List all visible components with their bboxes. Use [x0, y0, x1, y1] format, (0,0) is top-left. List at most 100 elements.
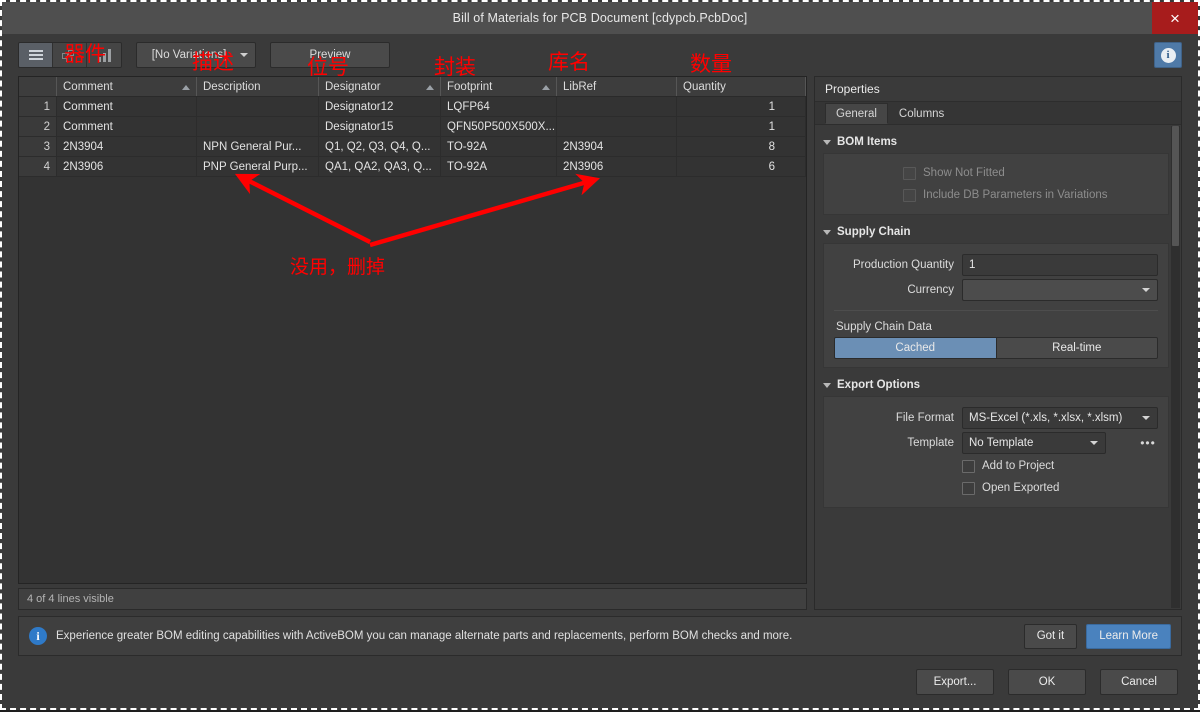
cell-designator[interactable]: Designator12: [319, 97, 441, 116]
variations-dropdown[interactable]: [No Variations]: [136, 42, 256, 68]
cell-comment[interactable]: Comment: [57, 97, 197, 116]
production-quantity-input[interactable]: 1: [962, 253, 1158, 276]
list-view-icon[interactable]: [19, 43, 53, 67]
template-dropdown[interactable]: No Template: [962, 431, 1106, 454]
file-format-label: File Format: [895, 411, 954, 424]
realtime-option[interactable]: Real-time: [996, 338, 1157, 358]
tab-general[interactable]: General: [825, 103, 888, 124]
column-header-label: Comment: [63, 80, 113, 93]
ok-button[interactable]: OK: [1008, 669, 1086, 695]
cell-quantity[interactable]: 1: [677, 97, 806, 116]
column-header-comment[interactable]: Comment: [57, 77, 197, 96]
cached-option[interactable]: Cached: [835, 338, 997, 358]
grid-rows: 1 Comment Designator12 LQFP64 1 2 Comment Desig…: [19, 97, 806, 177]
view-mode-group: [18, 42, 122, 68]
add-to-project-checkbox[interactable]: [962, 459, 975, 473]
table-row[interactable]: 2 Comment Designator15 QFN50P500X500X... 1: [19, 117, 806, 137]
cell-libref[interactable]: 2N3906: [557, 157, 677, 176]
include-db-params-row[interactable]: Include DB Parameters in Variations: [903, 184, 1158, 206]
cell-index[interactable]: 2: [19, 117, 57, 136]
column-header-libref[interactable]: LibRef: [557, 77, 677, 96]
cell-footprint[interactable]: TO-92A: [441, 157, 557, 176]
export-options-panel: File Format MS-Excel (*.xls, *.xlsx, *.x…: [823, 396, 1169, 508]
table-row[interactable]: 3 2N3904 NPN General Pur... Q1, Q2, Q3, Q4,…: [19, 137, 806, 157]
cell-designator[interactable]: QA1, QA2, QA3, Q...: [319, 157, 441, 176]
cell-index[interactable]: 3: [19, 137, 57, 156]
file-format-dropdown[interactable]: MS-Excel (*.xls, *.xlsx, *.xlsm): [962, 406, 1158, 429]
template-browse-button[interactable]: •••: [1138, 432, 1158, 454]
cell-description[interactable]: PNP General Purp...: [197, 157, 319, 176]
show-not-fitted-checkbox[interactable]: [903, 166, 916, 180]
components-icon[interactable]: [53, 43, 87, 67]
section-bom-items[interactable]: BOM Items: [823, 131, 1169, 153]
sort-ascending-icon[interactable]: [542, 84, 550, 90]
activebom-notice: i Experience greater BOM editing capabil…: [18, 616, 1182, 656]
cell-description[interactable]: [197, 117, 319, 136]
currency-dropdown[interactable]: [962, 278, 1158, 301]
column-header-index[interactable]: [19, 77, 57, 96]
template-label: Template: [907, 436, 954, 449]
cell-comment[interactable]: 2N3904: [57, 137, 197, 156]
template-row: Template No Template •••: [834, 430, 1158, 455]
cell-footprint[interactable]: TO-92A: [441, 137, 557, 156]
cancel-button[interactable]: Cancel: [1100, 669, 1178, 695]
add-to-project-label: Add to Project: [982, 460, 1055, 472]
cell-libref[interactable]: [557, 97, 677, 116]
cell-designator[interactable]: Designator15: [319, 117, 441, 136]
info-icon: i: [29, 627, 47, 645]
cell-description[interactable]: [197, 97, 319, 116]
sort-ascending-icon[interactable]: [182, 84, 190, 90]
cell-footprint[interactable]: QFN50P500X500X...: [441, 117, 557, 136]
file-format-row: File Format MS-Excel (*.xls, *.xlsx, *.x…: [834, 405, 1158, 430]
section-supply-chain-label: Supply Chain: [837, 226, 911, 238]
column-header-description[interactable]: Description: [197, 77, 319, 96]
column-header-quantity[interactable]: Quantity: [677, 77, 806, 96]
export-button[interactable]: Export...: [916, 669, 994, 695]
bom-items-panel: Show Not Fitted Include DB Parameters in…: [823, 153, 1169, 215]
show-not-fitted-row[interactable]: Show Not Fitted: [903, 162, 1158, 184]
dialog-footer: Export... OK Cancel: [2, 656, 1198, 708]
chevron-down-icon: [823, 139, 831, 145]
cell-comment[interactable]: 2N3906: [57, 157, 197, 176]
chart-icon[interactable]: [87, 43, 121, 67]
grid-empty-area: [19, 177, 806, 583]
properties-panel: Properties General Columns BOM Items Sho…: [814, 76, 1182, 610]
cell-quantity[interactable]: 6: [677, 157, 806, 176]
table-row[interactable]: 4 2N3906 PNP General Purp... QA1, QA2, QA3,…: [19, 157, 806, 177]
divider: [834, 310, 1158, 311]
section-supply-chain[interactable]: Supply Chain: [823, 221, 1169, 243]
section-export-options[interactable]: Export Options: [823, 374, 1169, 396]
table-row[interactable]: 1 Comment Designator12 LQFP64 1: [19, 97, 806, 117]
preview-button[interactable]: Preview: [270, 42, 390, 68]
open-exported-checkbox[interactable]: [962, 481, 975, 495]
column-header-footprint[interactable]: Footprint: [441, 77, 557, 96]
tab-columns[interactable]: Columns: [888, 103, 955, 124]
info-button[interactable]: i: [1154, 42, 1182, 68]
chevron-down-icon: [1142, 287, 1150, 292]
cell-index[interactable]: 1: [19, 97, 57, 116]
cell-index[interactable]: 4: [19, 157, 57, 176]
cell-comment[interactable]: Comment: [57, 117, 197, 136]
chevron-down-icon: [1142, 415, 1150, 420]
properties-scrollbar[interactable]: [1171, 126, 1180, 608]
cell-libref[interactable]: [557, 117, 677, 136]
bom-grid-panel: Comment Description Designator Footprint Lib…: [18, 76, 807, 610]
open-exported-row[interactable]: Open Exported: [962, 477, 1158, 499]
cell-quantity[interactable]: 8: [677, 137, 806, 156]
got-it-button[interactable]: Got it: [1023, 623, 1078, 649]
column-header-label: Quantity: [683, 80, 726, 93]
section-export-options-label: Export Options: [837, 379, 921, 391]
cell-libref[interactable]: 2N3904: [557, 137, 677, 156]
cell-quantity[interactable]: 1: [677, 117, 806, 136]
cell-description[interactable]: NPN General Pur...: [197, 137, 319, 156]
column-header-designator[interactable]: Designator: [319, 77, 441, 96]
bom-grid[interactable]: Comment Description Designator Footprint Lib…: [18, 76, 807, 584]
cell-footprint[interactable]: LQFP64: [441, 97, 557, 116]
learn-more-button[interactable]: Learn More: [1086, 623, 1171, 649]
add-to-project-row[interactable]: Add to Project: [962, 455, 1158, 477]
sort-ascending-icon[interactable]: [426, 84, 434, 90]
chevron-down-icon: [240, 53, 248, 57]
close-icon[interactable]: ×: [1152, 2, 1198, 34]
include-db-params-checkbox[interactable]: [903, 188, 916, 202]
cell-designator[interactable]: Q1, Q2, Q3, Q4, Q...: [319, 137, 441, 156]
